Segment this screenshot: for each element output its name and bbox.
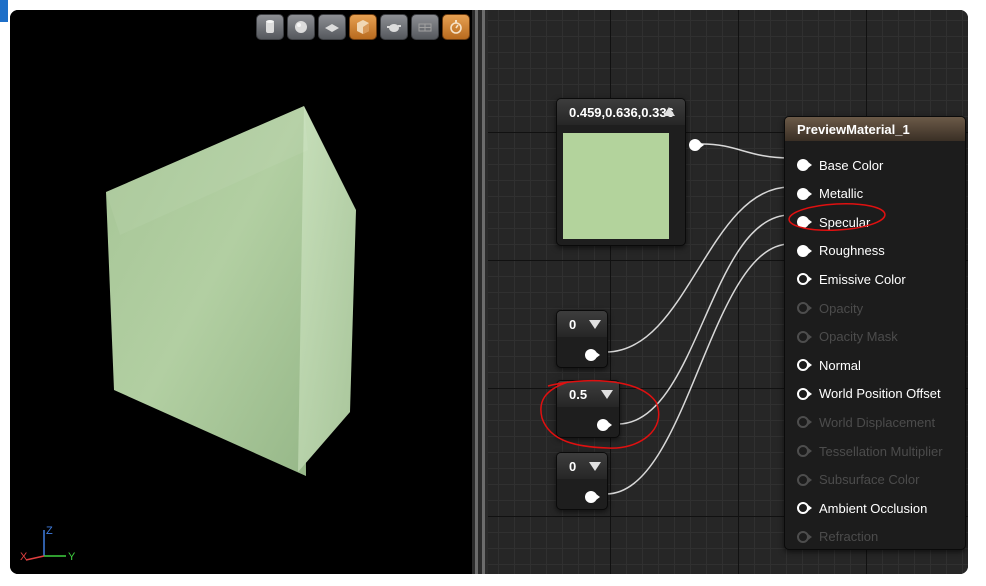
input-label: Subsurface Color: [819, 472, 920, 488]
material-result-node[interactable]: PreviewMaterial_1 Base Color Metallic Spec…: [784, 116, 966, 550]
scalar-value: 0.5: [569, 386, 588, 402]
input-world-position-offset[interactable]: World Position Offset: [797, 384, 941, 404]
input-pin[interactable]: [797, 530, 812, 543]
scalar-node-roughness[interactable]: 0: [556, 452, 608, 510]
color-node-header[interactable]: 0.459,0.636,0.336: [557, 99, 685, 125]
input-opacity-mask[interactable]: Opacity Mask: [797, 327, 898, 347]
wire-base-color: [701, 143, 791, 159]
input-emissive-color[interactable]: Emissive Color: [797, 269, 906, 289]
color-swatch: [563, 133, 669, 239]
viewport-toolbar: [256, 14, 470, 42]
scalar-value: 0: [569, 458, 577, 474]
input-ambient-occlusion[interactable]: Ambient Occlusion: [797, 498, 927, 518]
input-label: Opacity Mask: [819, 329, 898, 345]
input-roughness[interactable]: Roughness: [797, 241, 885, 261]
input-pin[interactable]: [797, 416, 812, 429]
grid-icon[interactable]: [411, 14, 439, 40]
input-label: Metallic: [819, 186, 864, 202]
realtime-icon[interactable]: [442, 14, 470, 40]
input-specular[interactable]: Specular: [797, 212, 870, 232]
scalar-output-pin[interactable]: [597, 419, 612, 431]
scalar-node-specular[interactable]: 0.5: [556, 380, 620, 438]
color-output-pin[interactable]: [689, 139, 704, 151]
input-pin[interactable]: [797, 273, 812, 286]
input-label: Specular: [819, 214, 871, 230]
result-node-header[interactable]: PreviewMaterial_1: [785, 117, 965, 141]
input-pin[interactable]: [797, 473, 812, 486]
window-corner-tab: [0, 0, 8, 22]
input-label: Tessellation Multiplier: [819, 443, 943, 459]
plane-icon[interactable]: [318, 14, 346, 40]
expand-arrow-icon[interactable]: [589, 462, 601, 471]
cylinder-icon[interactable]: [256, 14, 284, 40]
input-pin[interactable]: [797, 330, 812, 343]
expand-arrow-icon[interactable]: [601, 390, 613, 399]
material-graph[interactable]: 0.459,0.636,0.336 0 0.5 0 PreviewMateria…: [488, 10, 968, 574]
input-refraction[interactable]: Refraction: [797, 527, 878, 547]
input-normal[interactable]: Normal: [797, 355, 861, 375]
cube-icon[interactable]: [349, 14, 377, 40]
wire-roughness: [605, 243, 791, 495]
input-world-displacement[interactable]: World Displacement: [797, 412, 935, 432]
preview-viewport[interactable]: Z Y X: [10, 10, 472, 574]
material-editor: Z Y X 0.459,0.636,0.336 0 0.5 0 PreviewM…: [10, 10, 968, 574]
input-base-color[interactable]: Base Color: [797, 155, 883, 175]
input-pin[interactable]: [797, 159, 812, 171]
axis-y-label: Y: [68, 551, 76, 563]
expand-arrow-icon[interactable]: [589, 320, 601, 329]
input-subsurface-color[interactable]: Subsurface Color: [797, 470, 919, 490]
axis-gizmo: Z Y X: [20, 525, 76, 563]
result-node-title: PreviewMaterial_1: [797, 121, 910, 137]
input-tessellation-multiplier[interactable]: Tessellation Multiplier: [797, 441, 943, 461]
input-pin[interactable]: [797, 216, 812, 229]
scalar-output-pin[interactable]: [585, 491, 600, 503]
scalar-value: 0: [569, 316, 577, 332]
teapot-icon[interactable]: [380, 14, 408, 40]
input-label: World Displacement: [819, 414, 936, 430]
input-pin[interactable]: [797, 302, 812, 314]
input-metallic[interactable]: Metallic: [797, 184, 863, 204]
input-label: Normal: [819, 357, 861, 373]
input-label: World Position Offset: [819, 386, 941, 402]
scalar-node-metallic[interactable]: 0: [556, 310, 608, 368]
input-pin[interactable]: [797, 359, 812, 372]
input-pin[interactable]: [797, 187, 812, 200]
cube-side-face: [298, 106, 356, 472]
wire-specular: [617, 214, 791, 425]
input-pin[interactable]: [797, 387, 812, 400]
scalar-output-pin[interactable]: [585, 349, 600, 361]
input-label: Refraction: [819, 529, 879, 545]
axis-z-label: Z: [46, 525, 53, 537]
preview-mesh-cube: [106, 106, 356, 476]
input-pin[interactable]: [797, 244, 812, 257]
panel-splitter[interactable]: [472, 10, 488, 574]
input-label: Opacity: [819, 300, 864, 316]
input-label: Ambient Occlusion: [819, 500, 928, 516]
collapse-arrow-icon[interactable]: [663, 107, 675, 116]
color-constant-node[interactable]: 0.459,0.636,0.336: [556, 98, 704, 246]
sphere-icon[interactable]: [287, 14, 315, 40]
input-pin[interactable]: [797, 445, 812, 457]
input-label: Base Color: [819, 157, 884, 173]
color-node-value: 0.459,0.636,0.336: [569, 104, 674, 120]
input-label: Emissive Color: [819, 271, 906, 287]
axis-x-label: X: [20, 551, 28, 563]
input-opacity[interactable]: Opacity: [797, 298, 863, 318]
input-pin[interactable]: [797, 502, 812, 515]
input-label: Roughness: [819, 243, 885, 259]
